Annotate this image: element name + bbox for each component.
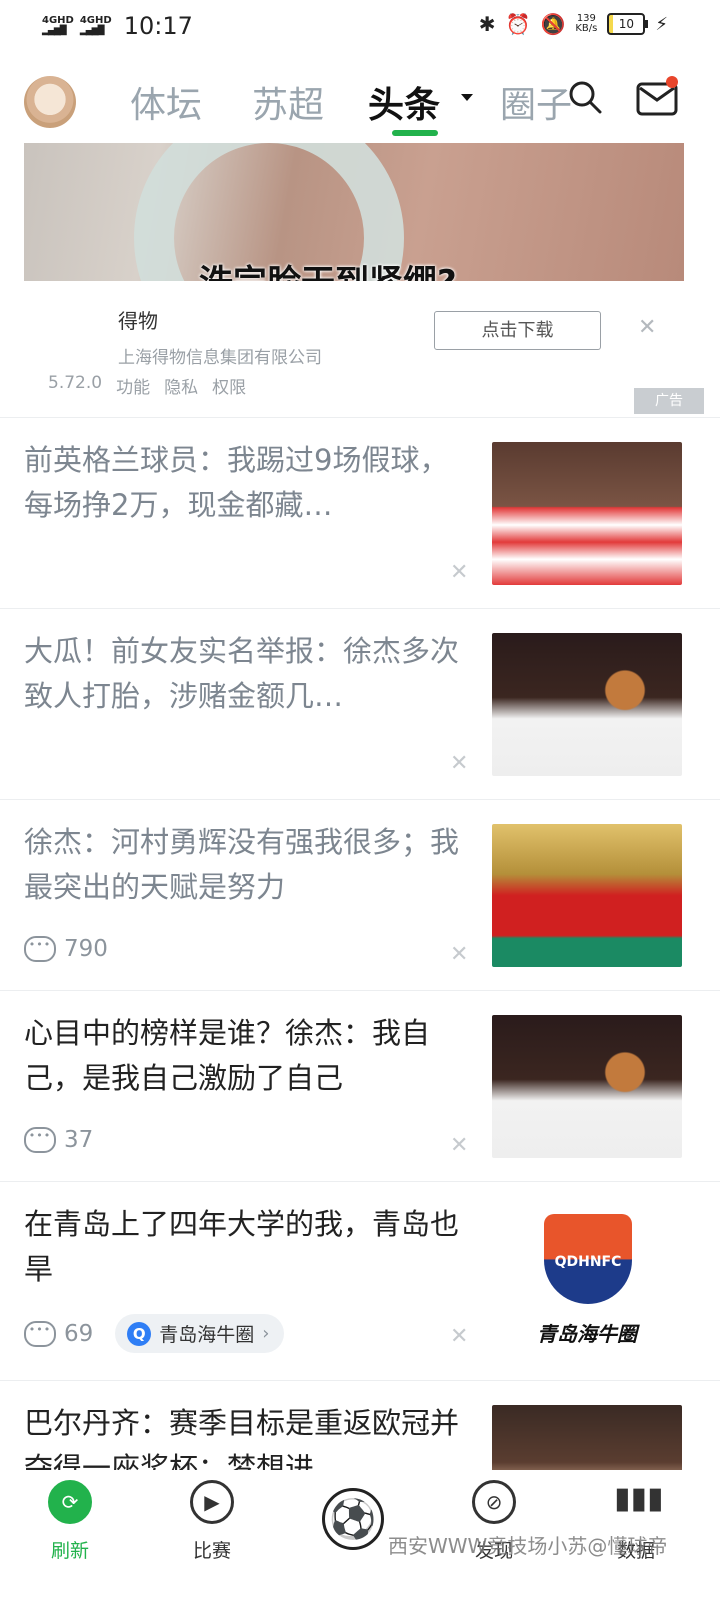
news-thumbnail[interactable]: QDHNFC 青岛海牛圈 [492, 1206, 682, 1349]
soccer-ball-icon[interactable]: ⚽ [322, 1488, 384, 1550]
watermark: 西安WWW竞技场小苏@懂球帝 [388, 1534, 668, 1558]
top-nav: 体坛 苏超 头条 圈子 [0, 68, 720, 138]
news-title[interactable]: 前英格兰球员：我踢过9场假球，每场挣2万，现金都藏… [24, 438, 464, 528]
news-title[interactable]: 在青岛上了四年大学的我，青岛也旱 [24, 1202, 464, 1292]
close-icon[interactable]: ✕ [450, 942, 468, 967]
news-title[interactable]: 心目中的榜样是谁？徐杰：我自己，是我自己激励了自己 [24, 1011, 464, 1101]
download-button[interactable]: 点击下载 [434, 311, 601, 350]
news-thumbnail[interactable] [492, 1015, 682, 1158]
news-item[interactable]: 心目中的榜样是谁？徐杰：我自己，是我自己激励了自己 ••• 37 ✕ [0, 990, 720, 1181]
circle-icon: Q [127, 1321, 152, 1346]
news-item[interactable]: 大瓜！前女友实名举报：徐杰多次致人打胎，涉赌金额几… ✕ [0, 608, 720, 799]
tab-headlines[interactable]: 头条 [368, 76, 440, 128]
comment-icon: ••• [24, 1127, 56, 1153]
ad-link-permissions[interactable]: 权限 [212, 373, 246, 398]
news-thumbnail[interactable] [492, 824, 682, 967]
close-icon[interactable]: ✕ [450, 560, 468, 585]
tab-circles[interactable]: 圈子 [500, 76, 572, 128]
avatar[interactable] [24, 76, 76, 128]
news-item[interactable]: 巴尔丹齐：赛季目标是重返欧冠并夺得一座奖杯；梦想进… [0, 1380, 720, 1471]
comment-icon: ••• [24, 936, 56, 962]
notification-dot [666, 76, 678, 88]
comment-count[interactable]: ••• 790 [24, 936, 108, 962]
close-icon[interactable]: ✕ [450, 751, 468, 776]
news-item[interactable]: 徐杰：河村勇辉没有强我很多；我最突出的天赋是努力 ••• 790 ✕ [0, 799, 720, 990]
search-icon[interactable] [568, 80, 602, 114]
close-icon[interactable]: ✕ [450, 1324, 468, 1349]
clock: 10:17 [123, 12, 193, 40]
news-thumbnail[interactable] [492, 633, 682, 776]
tab-su-super[interactable]: 苏超 [252, 76, 324, 128]
alarm-icon: ⏰ [505, 12, 531, 36]
signal-icon: 4GHD ▂▄▆█ [79, 15, 112, 37]
news-title[interactable]: 巴尔丹齐：赛季目标是重返欧冠并夺得一座奖杯；梦想进… [24, 1401, 464, 1471]
status-left: 4GHD ▂▄▆█ 4GHD ▂▄▆█ 10:17 [42, 12, 193, 40]
news-thumbnail[interactable] [492, 442, 682, 585]
comment-count[interactable]: ••• 69 Q 青岛海牛圈 › [24, 1314, 284, 1353]
comment-icon: ••• [24, 1320, 56, 1347]
close-icon[interactable]: ✕ [450, 1133, 468, 1158]
battery-icon: 10 [607, 13, 649, 35]
refresh-icon: ⟳ [48, 1480, 92, 1524]
ad-link-privacy[interactable]: 隐私 [164, 373, 198, 398]
news-title[interactable]: 大瓜！前女友实名举报：徐杰多次致人打胎，涉赌金额几… [24, 629, 464, 719]
close-icon[interactable]: ✕ [638, 315, 656, 340]
chevron-down-icon[interactable] [461, 94, 473, 101]
bluetooth-icon: ✱ [478, 12, 496, 36]
logo-caption: 青岛海牛圈 [537, 1322, 637, 1346]
bar-chart-icon: ▮▮▮ [614, 1481, 664, 1516]
ad-caption: 洗完脸干到紧绷? [199, 255, 457, 281]
news-thumbnail[interactable] [492, 1405, 682, 1471]
comment-count[interactable]: ••• 37 [24, 1127, 93, 1153]
chevron-right-icon: › [262, 1323, 270, 1344]
play-icon: ▶ [190, 1480, 234, 1524]
ad-version: 5.72.0 [48, 373, 103, 393]
ad-company: 上海得物信息集团有限公司 [118, 348, 322, 368]
status-bar: 4GHD ▂▄▆█ 4GHD ▂▄▆█ 10:17 ✱ ⏰ 🔕 139 KB/s 10… [0, 0, 720, 55]
nav-refresh[interactable]: ⟳ 刷新 [20, 1480, 120, 1563]
news-item[interactable]: 在青岛上了四年大学的我，青岛也旱 ••• 69 Q 青岛海牛圈 › ✕ QDHN… [0, 1181, 720, 1380]
status-right: ✱ ⏰ 🔕 139 KB/s 10 ⚡ [479, 12, 668, 36]
mute-icon: 🔕 [540, 12, 566, 36]
ad-meta: 5.72.0 功能 隐私 权限 [48, 373, 246, 398]
ad-card[interactable]: 洗完脸干到紧绷? 得物 上海得物信息集团有限公司 5.72.0 功能 隐私 权限… [24, 143, 704, 416]
ad-app-name: 得物 [118, 309, 158, 333]
network-speed: 139 KB/s [575, 13, 598, 34]
planet-icon: ⊘ [472, 1480, 516, 1524]
ad-badge: 广告 [634, 388, 704, 414]
news-item[interactable]: 前英格兰球员：我踢过9场假球，每场挣2万，现金都藏… ✕ [0, 417, 720, 608]
ad-link-features[interactable]: 功能 [116, 373, 150, 398]
active-tab-indicator [392, 130, 438, 136]
tab-sports-forum[interactable]: 体坛 [130, 76, 202, 128]
signal-icon: 4GHD ▂▄▆█ [42, 15, 74, 37]
charging-icon: ⚡ [655, 13, 668, 35]
news-title[interactable]: 徐杰：河村勇辉没有强我很多；我最突出的天赋是努力 [24, 820, 464, 910]
ad-image[interactable]: 洗完脸干到紧绷? [24, 143, 684, 281]
nav-matches[interactable]: ▶ 比赛 [162, 1480, 262, 1563]
bottom-nav: ⟳ 刷新 ▶ 比赛 ⚽ ⊘ 发现 ▮▮▮ 数据 西安WWW竞技场小苏@懂球帝 [0, 1470, 720, 1600]
circle-tag[interactable]: Q 青岛海牛圈 › [115, 1314, 284, 1353]
